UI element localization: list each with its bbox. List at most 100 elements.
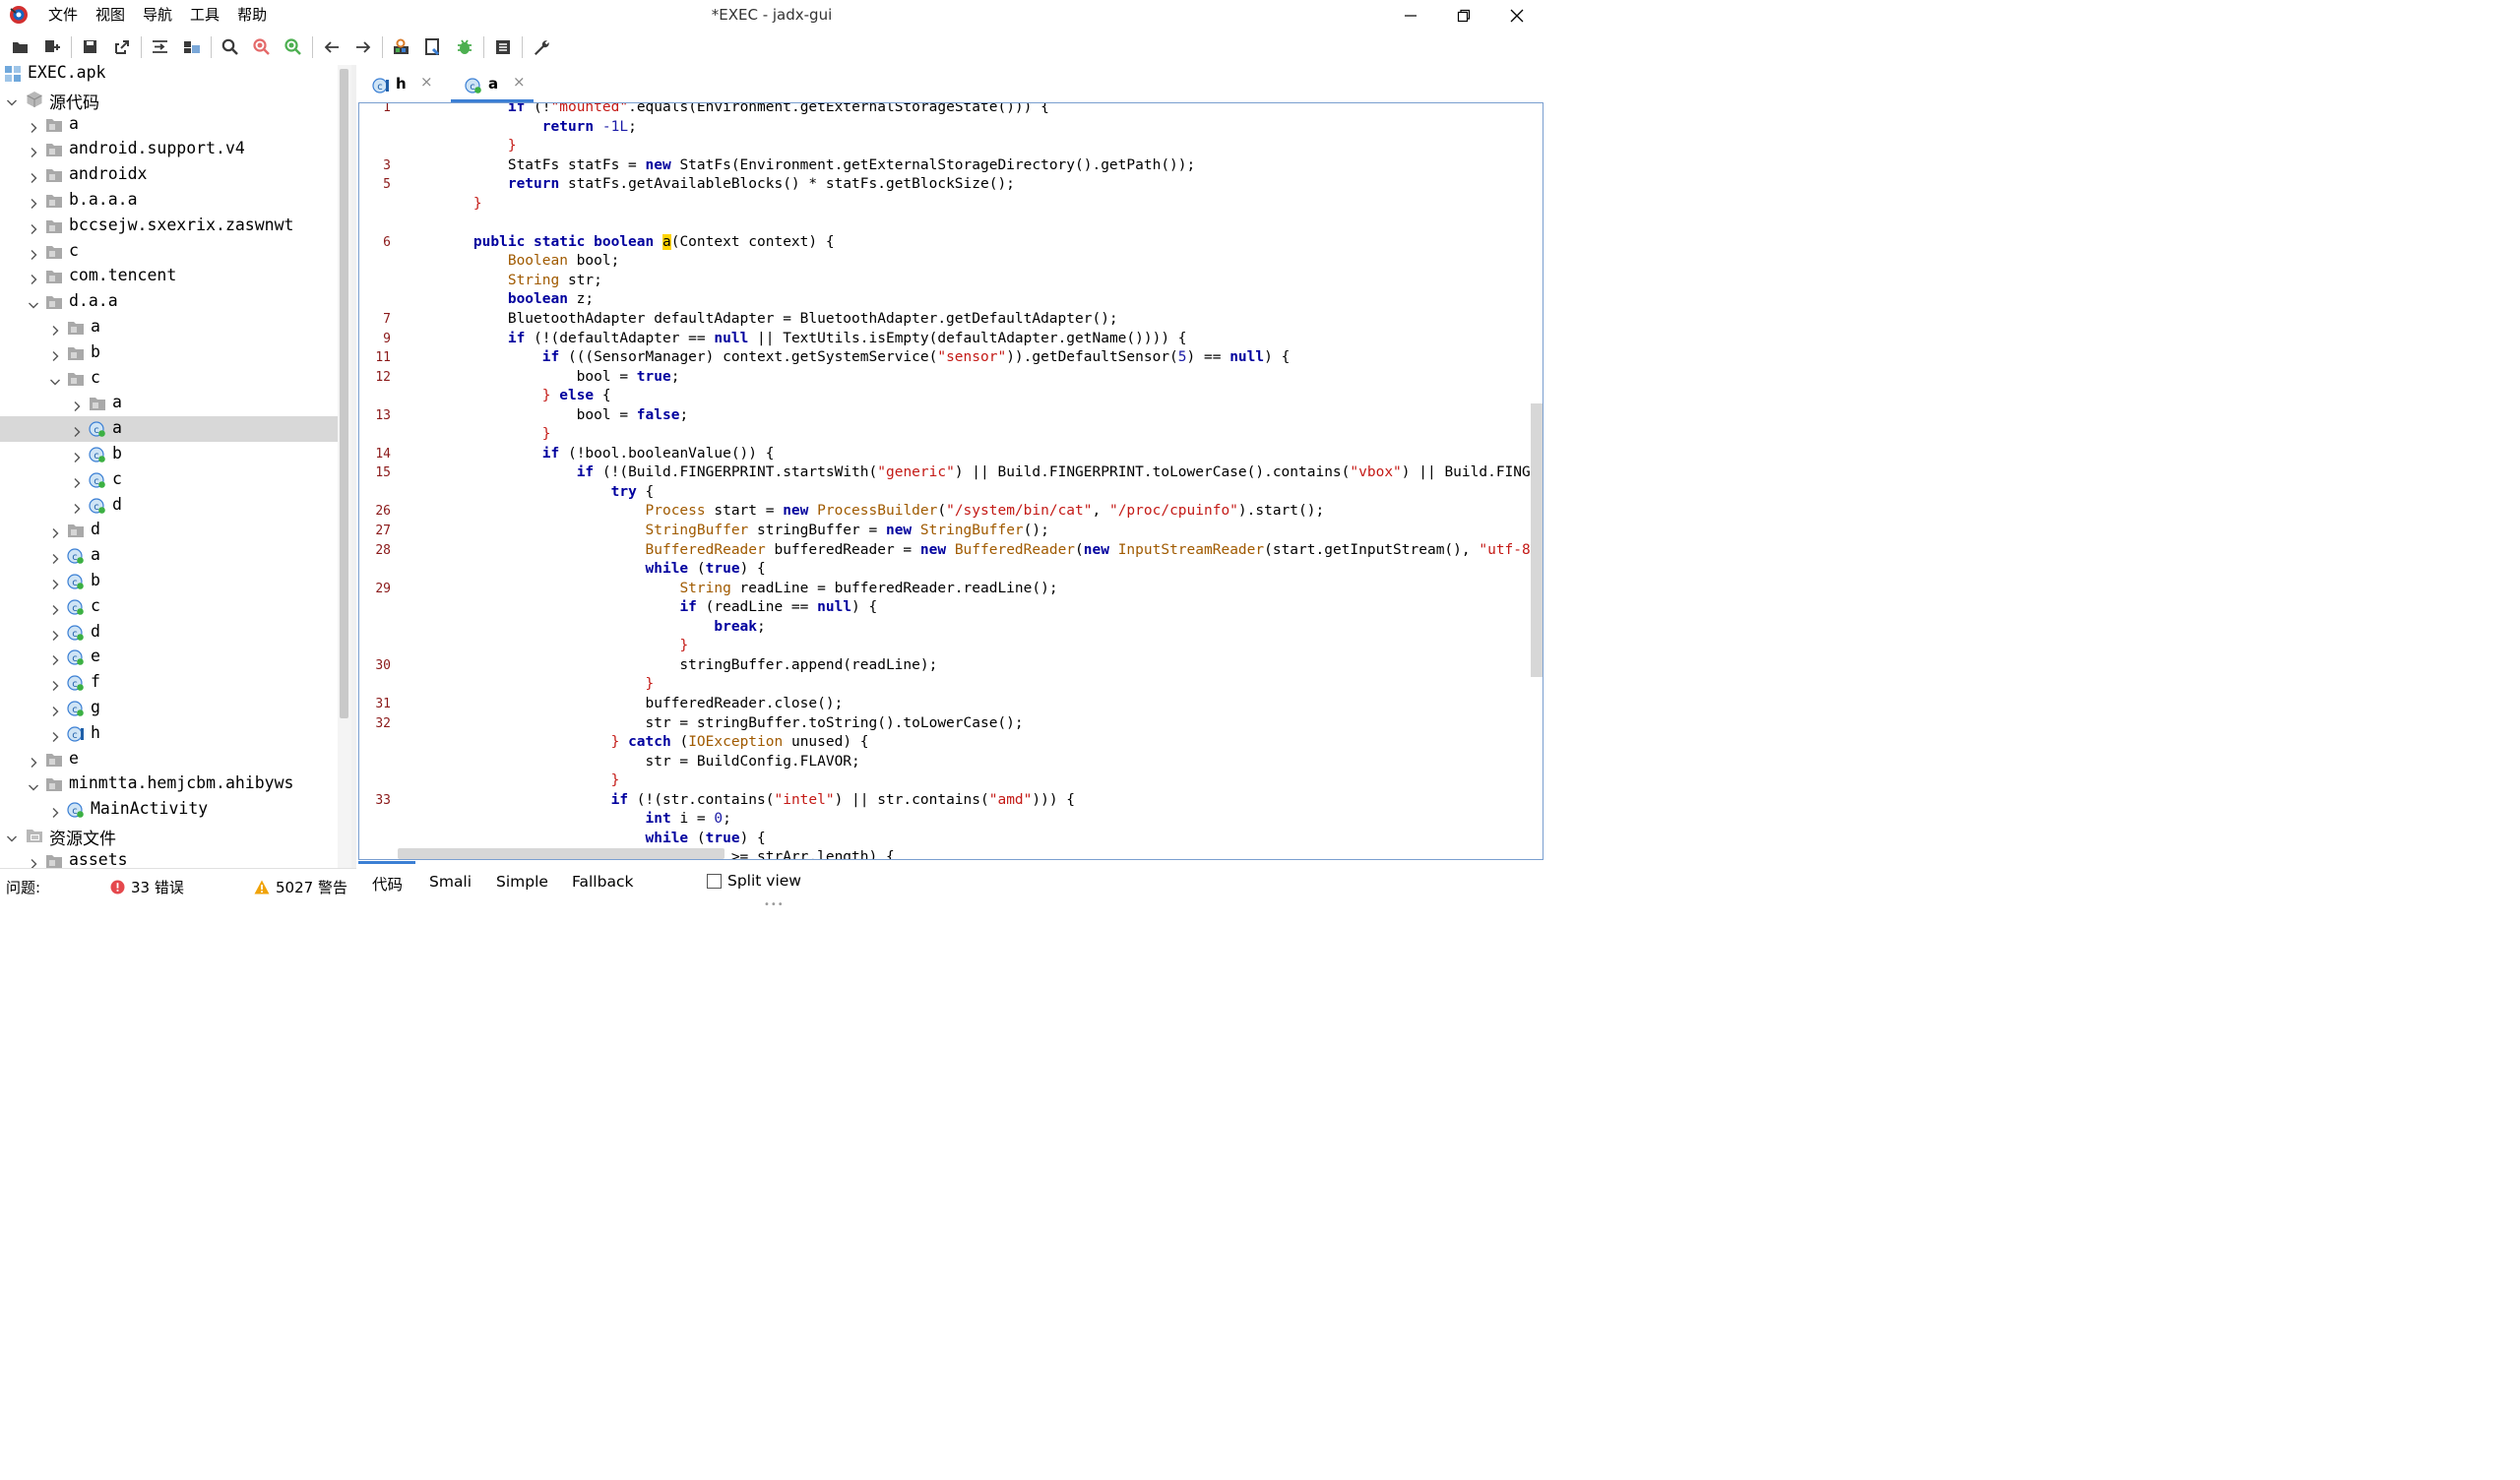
chevron-down-icon[interactable] (28, 296, 39, 309)
chevron-right-icon[interactable] (49, 347, 61, 361)
tree-row[interactable]: bccsejw.sxexrix.zaswnwt (0, 214, 338, 239)
code-editor[interactable]: 1 if (!"mounted".equals(Environment.getE… (358, 102, 1544, 860)
menu-item-1[interactable]: 视图 (87, 0, 134, 31)
chevron-down-icon[interactable] (6, 830, 18, 842)
preferences-button[interactable] (526, 32, 557, 62)
menu-item-2[interactable]: 导航 (134, 0, 181, 31)
editor-tab-h[interactable]: c h × (372, 65, 451, 102)
tab-close-icon[interactable]: × (420, 73, 433, 91)
save-all-button[interactable] (75, 32, 106, 62)
tree-row[interactable]: cf (0, 670, 338, 696)
chevron-right-icon[interactable] (49, 651, 61, 666)
chevron-right-icon[interactable] (49, 576, 61, 589)
log-viewer-button[interactable] (417, 32, 449, 62)
tree-row[interactable]: 源代码 (0, 87, 338, 113)
warnings-indicator[interactable]: 5027 警告 (254, 877, 347, 897)
chevron-right-icon[interactable] (71, 423, 83, 438)
resize-grip-icon[interactable]: ••• (764, 899, 785, 910)
chevron-right-icon[interactable] (28, 169, 39, 184)
minimize-button[interactable] (1384, 0, 1437, 31)
chevron-right-icon[interactable] (49, 627, 61, 641)
chevron-right-icon[interactable] (71, 500, 83, 514)
chevron-right-icon[interactable] (49, 524, 61, 539)
flatten-packages-button[interactable] (176, 32, 208, 62)
tree-row[interactable]: e (0, 747, 338, 772)
view-tab-fallback[interactable]: Fallback (572, 873, 633, 891)
tree-row[interactable]: 资源文件 (0, 823, 338, 849)
tree-row[interactable]: android.support.v4 (0, 137, 338, 162)
view-tab-smali[interactable]: Smali (429, 873, 472, 891)
open-file-button[interactable] (5, 32, 36, 62)
tree-row[interactable]: a (0, 391, 338, 416)
deobfuscation-button[interactable] (386, 32, 417, 62)
tree-row[interactable]: ch (0, 721, 338, 747)
tree-row[interactable]: a (0, 315, 338, 340)
chevron-right-icon[interactable] (28, 271, 39, 285)
tree-row[interactable]: cc (0, 594, 338, 620)
tree-row[interactable]: ce (0, 645, 338, 670)
tree-row[interactable]: cg (0, 696, 338, 721)
chevron-right-icon[interactable] (71, 398, 83, 412)
quick-tabs-button[interactable] (487, 32, 519, 62)
tree-row[interactable]: ca (0, 416, 338, 442)
tab-close-icon[interactable]: × (513, 73, 526, 91)
tree-row[interactable]: b (0, 340, 338, 366)
tree-row[interactable]: a (0, 112, 338, 138)
tree-row[interactable]: b.a.a.a (0, 188, 338, 214)
tree-row[interactable]: d.a.a (0, 289, 338, 315)
close-window-button[interactable] (1490, 0, 1544, 31)
tree-row[interactable]: com.tencent (0, 264, 338, 289)
chevron-right-icon[interactable] (28, 754, 39, 768)
chevron-right-icon[interactable] (49, 677, 61, 692)
code-vertical-scrollbar[interactable] (1531, 403, 1543, 677)
chevron-right-icon[interactable] (28, 220, 39, 234)
tree-row[interactable]: d (0, 518, 338, 543)
chevron-right-icon[interactable] (49, 728, 61, 742)
chevron-right-icon[interactable] (49, 322, 61, 336)
tree-row[interactable]: minmtta.hemjcbm.ahibyws (0, 771, 338, 797)
restore-button[interactable] (1437, 0, 1490, 31)
split-view-checkbox[interactable] (707, 873, 722, 889)
tree-row[interactable]: ca (0, 543, 338, 569)
tree-row[interactable]: assets (0, 848, 338, 868)
find-class-button[interactable] (246, 32, 278, 62)
chevron-right-icon[interactable] (49, 601, 61, 615)
panel-splitter[interactable] (351, 65, 356, 868)
chevron-right-icon[interactable] (49, 703, 61, 716)
chevron-down-icon[interactable] (28, 778, 39, 791)
forward-button[interactable] (347, 32, 379, 62)
chevron-right-icon[interactable] (28, 246, 39, 260)
chevron-down-icon[interactable] (6, 93, 18, 106)
back-button[interactable] (316, 32, 347, 62)
chevron-right-icon[interactable] (49, 804, 61, 819)
view-tab-simple[interactable]: Simple (496, 873, 548, 891)
menu-item-3[interactable]: 工具 (181, 0, 228, 31)
view-tab-代码[interactable]: 代码 (372, 873, 403, 894)
tree-row[interactable]: cd (0, 620, 338, 646)
chevron-right-icon[interactable] (49, 550, 61, 565)
sync-with-editor-button[interactable] (145, 32, 176, 62)
menu-item-4[interactable]: 帮助 (228, 0, 276, 31)
split-view-toggle[interactable]: Split view (707, 872, 801, 890)
chevron-right-icon[interactable] (71, 449, 83, 462)
chevron-right-icon[interactable] (28, 119, 39, 133)
menu-item-0[interactable]: 文件 (39, 0, 87, 31)
chevron-right-icon[interactable] (71, 474, 83, 488)
export-button[interactable] (106, 32, 138, 62)
chevron-right-icon[interactable] (28, 195, 39, 209)
chevron-down-icon[interactable] (49, 373, 61, 386)
code-horizontal-scrollbar[interactable] (398, 848, 724, 859)
chevron-right-icon[interactable] (28, 855, 39, 868)
debugger-button[interactable] (449, 32, 480, 62)
tree-row[interactable]: cd (0, 493, 338, 519)
tree-row[interactable]: cb (0, 442, 338, 467)
tree-row[interactable]: EXEC.apk (0, 65, 338, 87)
tree-row[interactable]: cc (0, 467, 338, 493)
find-usage-button[interactable] (278, 32, 309, 62)
project-tree[interactable]: EXEC.apk 源代码 a android.support.v4 androidx b.… (0, 65, 339, 868)
tree-row[interactable]: c MainActivity (0, 797, 338, 823)
errors-indicator[interactable]: 33 错误 (110, 877, 184, 897)
add-files-button[interactable] (36, 32, 68, 62)
tree-row[interactable]: androidx (0, 162, 338, 188)
tree-row[interactable]: cb (0, 569, 338, 594)
